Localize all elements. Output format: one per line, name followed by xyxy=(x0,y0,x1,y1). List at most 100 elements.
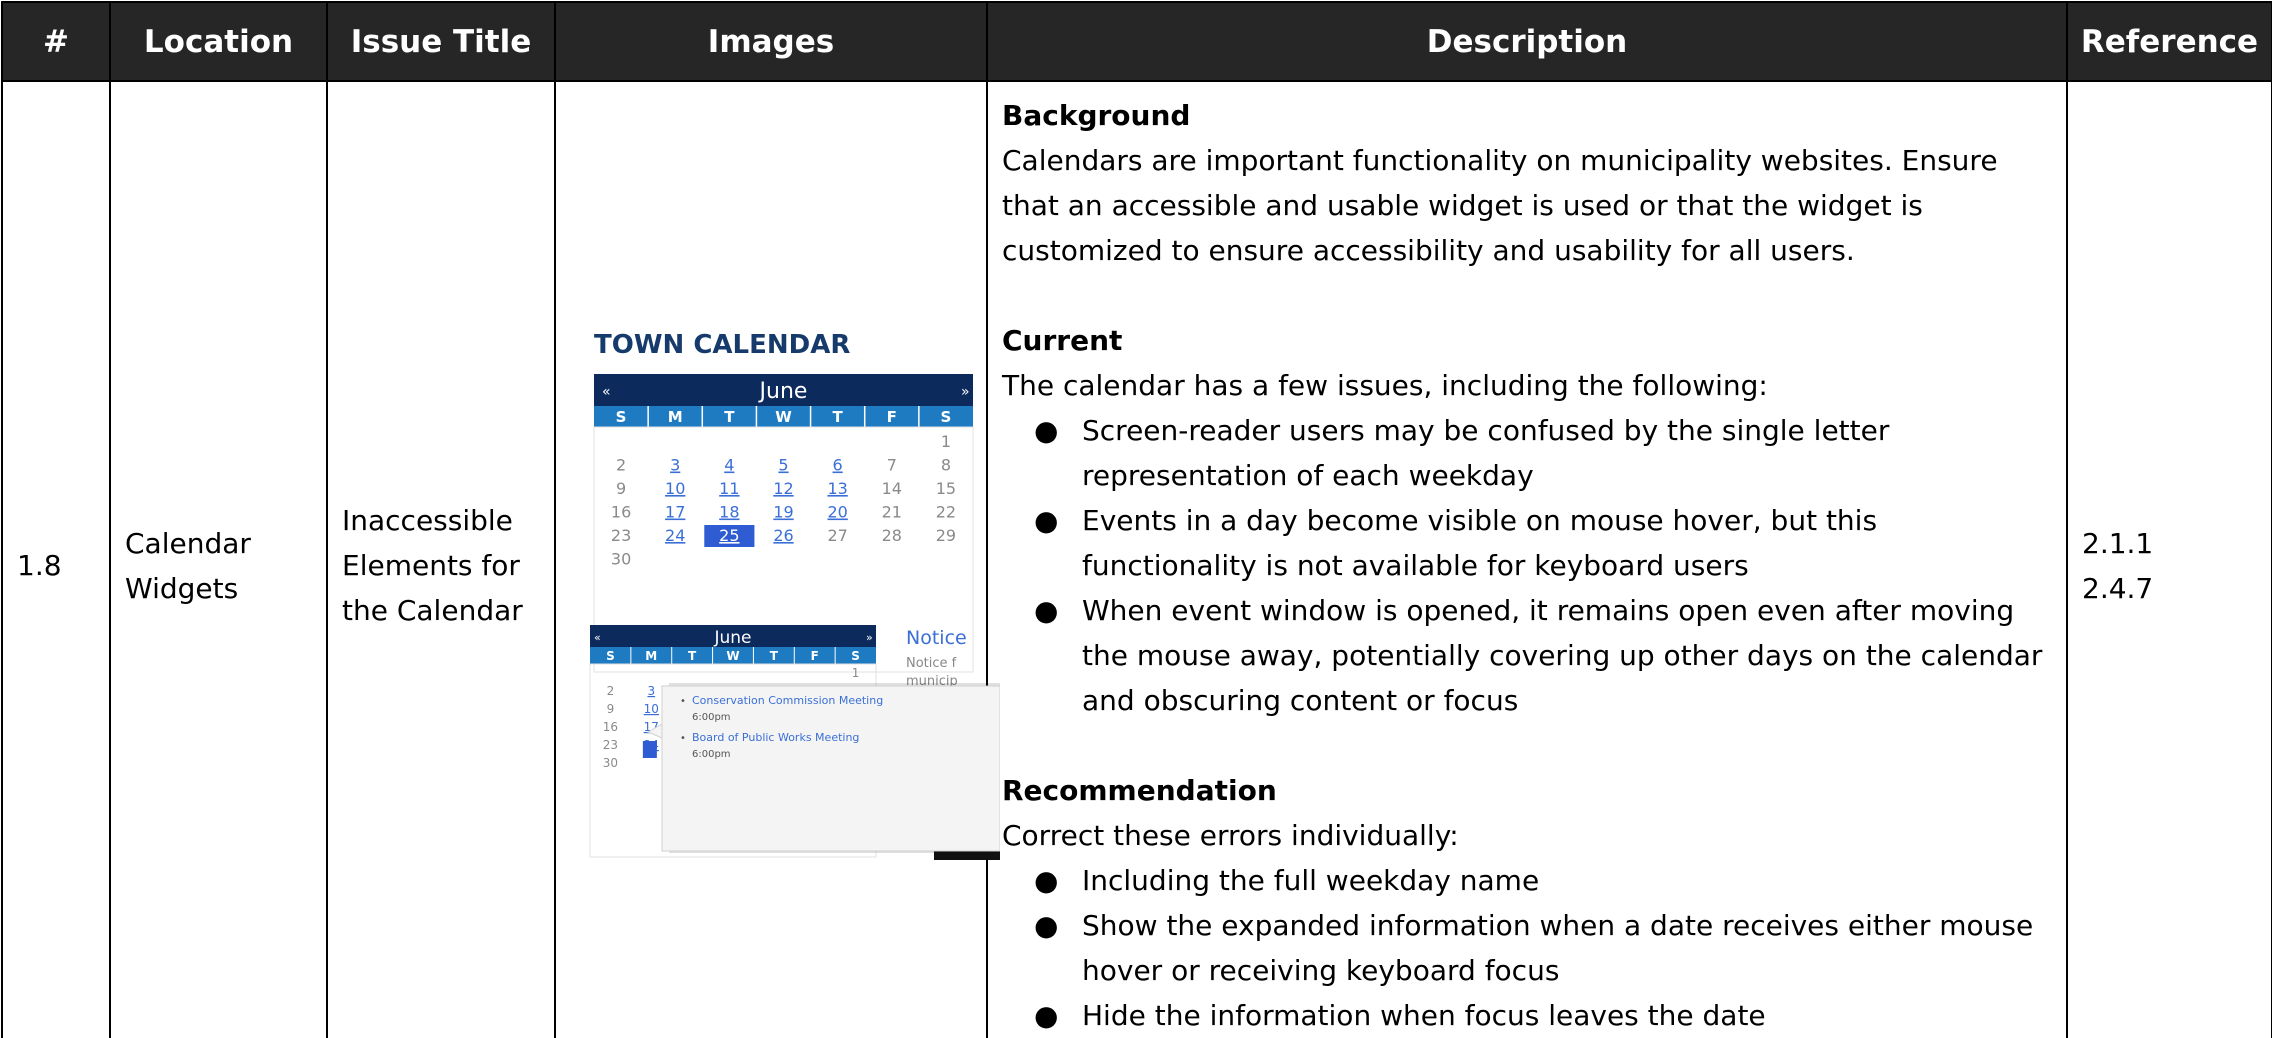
table-row: 1.8 Calendar Widgets Inaccessible Elemen… xyxy=(1,80,2272,1038)
calendar-day: 1 xyxy=(941,432,951,451)
calendar-day: 19 xyxy=(773,503,793,522)
event-title: Conservation Commission Meeting xyxy=(692,694,883,707)
month-label: June xyxy=(713,628,751,648)
list-item-text: Hide the information when focus leaves t… xyxy=(1082,999,1766,1032)
selected-day-highlight xyxy=(642,741,657,758)
calendar-day: 29 xyxy=(936,526,956,545)
current-issues-list: ● Screen-reader users may be confused by … xyxy=(1002,408,2052,723)
event-popup xyxy=(661,685,1001,852)
background-text: Calendars are important functionality on… xyxy=(1002,144,1998,267)
calendar-day: 7 xyxy=(887,456,897,475)
weekday-label: T xyxy=(688,649,697,663)
weekday-label: W xyxy=(775,408,792,426)
issue-title-line: Elements for xyxy=(342,549,520,582)
background-heading: Background xyxy=(1002,99,1191,132)
list-item-text: When event window is opened, it remains … xyxy=(1082,594,2043,717)
event-bullet-icon: • xyxy=(680,696,686,707)
calendar-day: 2 xyxy=(607,684,615,698)
issue-title-line: Inaccessible xyxy=(342,504,513,537)
calendar-day: 22 xyxy=(936,503,956,522)
calendar-day: 10 xyxy=(644,702,659,716)
header-number: # xyxy=(1,1,111,82)
audit-table: # Location Issue Title Images Descriptio… xyxy=(1,1,2272,1038)
calendar-day: 3 xyxy=(670,456,680,475)
prev-month-icon: « xyxy=(594,631,601,644)
calendar-day: 28 xyxy=(882,526,902,545)
calendar-title: TOWN CALENDAR xyxy=(594,330,850,360)
calendar-day: 11 xyxy=(719,479,739,498)
next-month-icon: » xyxy=(866,631,873,644)
calendar-day: 17 xyxy=(665,503,685,522)
weekday-label: T xyxy=(833,408,844,426)
calendar-day: 9 xyxy=(616,479,626,498)
calendar-day: 5 xyxy=(778,456,788,475)
issue-title-line: the Calendar xyxy=(342,594,523,627)
location-line: Calendar xyxy=(125,526,251,560)
issue-number: 1.8 xyxy=(1,80,111,1038)
recommendation-list: ● Including the full weekday name ● Show t… xyxy=(1002,858,2052,1038)
month-label: June xyxy=(758,379,808,404)
calendar-day: 24 xyxy=(665,526,685,545)
event-title: Board of Public Works Meeting xyxy=(692,731,859,744)
header-reference: Reference xyxy=(2066,1,2272,82)
list-item: ● Events in a day become visible on mouse… xyxy=(1034,498,2052,588)
bullet-icon: ● xyxy=(1034,909,1059,942)
current-intro: The calendar has a few issues, including… xyxy=(1002,369,1768,402)
prev-month-icon: « xyxy=(602,384,611,400)
issue-title-cell: Inaccessible Elements for the Calendar xyxy=(326,80,556,1038)
images-cell: TOWN CALENDAR «» June S M T W T F S 1 2 3 4 5 6 7 8 9 10 11 1… xyxy=(554,80,1001,1038)
calendar-day: 14 xyxy=(882,479,902,498)
weekday-label: F xyxy=(887,408,897,426)
header-images: Images xyxy=(554,1,988,82)
weekday-label: T xyxy=(724,408,735,426)
description-cell: Background Calendars are important funct… xyxy=(986,80,2068,1038)
calendar-day: 21 xyxy=(882,503,902,522)
list-item: ● Screen-reader users may be confused by … xyxy=(1034,408,2052,498)
calendar-day: 18 xyxy=(719,503,739,522)
bullet-icon: ● xyxy=(1034,594,1059,627)
list-item: ● Hide the information when focus leaves … xyxy=(1034,993,2052,1038)
bullet-icon: ● xyxy=(1034,414,1059,447)
calendar-day: 30 xyxy=(611,550,631,569)
calendar-screenshots: TOWN CALENDAR« »JuneS M T W T F S12 3 4 5 6 7 89 10 11 1… xyxy=(589,330,1001,860)
calendar-day: 30 xyxy=(603,756,618,770)
weekday-label: M xyxy=(668,408,683,426)
calendar-day: 4 xyxy=(724,456,734,475)
list-item: ● Show the expanded information when a da… xyxy=(1034,903,2052,993)
recommendation-heading: Recommendation xyxy=(1002,774,1277,807)
calendar-day: 20 xyxy=(827,503,847,522)
list-item: ● When event window is opened, it remains… xyxy=(1034,588,2052,723)
weekday-label: W xyxy=(726,649,739,663)
calendar-day: 25 xyxy=(719,526,739,545)
reference-item: 2.1.1 xyxy=(2082,526,2154,560)
recommendation-intro: Correct these errors individually: xyxy=(1002,819,1459,852)
weekday-label: S xyxy=(851,649,860,663)
list-item-text: Screen-reader users may be confused by t… xyxy=(1082,414,1890,492)
list-item: ● Including the full weekday name xyxy=(1034,858,2052,903)
calendar-day: 13 xyxy=(827,479,847,498)
event-bullet-icon: • xyxy=(680,733,686,744)
bullet-icon: ● xyxy=(1034,999,1059,1032)
calendar-day: 8 xyxy=(941,456,951,475)
page: # Location Issue Title Images Descriptio… xyxy=(0,0,2272,1038)
header-location: Location xyxy=(109,1,328,82)
location-line: Widgets xyxy=(125,571,239,605)
notice-heading: Notice xyxy=(906,627,967,649)
weekday-label: S xyxy=(941,408,952,426)
calendar-day: 16 xyxy=(611,503,631,522)
weekday-label: S xyxy=(616,408,627,426)
list-item-text: Show the expanded information when a dat… xyxy=(1082,909,2034,987)
calendar-day: 1 xyxy=(852,666,860,680)
reference-cell: 2.1.1 2.4.7 xyxy=(2066,80,2272,1038)
list-item-text: Events in a day become visible on mouse … xyxy=(1082,504,1878,582)
calendar-day: 23 xyxy=(603,738,618,752)
header-issue-title: Issue Title xyxy=(326,1,556,82)
calendar-day: 3 xyxy=(647,684,655,698)
calendar-day: 26 xyxy=(773,526,793,545)
bullet-icon: ● xyxy=(1034,864,1059,897)
calendar-day: 23 xyxy=(611,526,631,545)
notice-text: Notice f xyxy=(906,656,957,671)
bullet-icon: ● xyxy=(1034,504,1059,537)
list-item-text: Including the full weekday name xyxy=(1082,864,1540,897)
